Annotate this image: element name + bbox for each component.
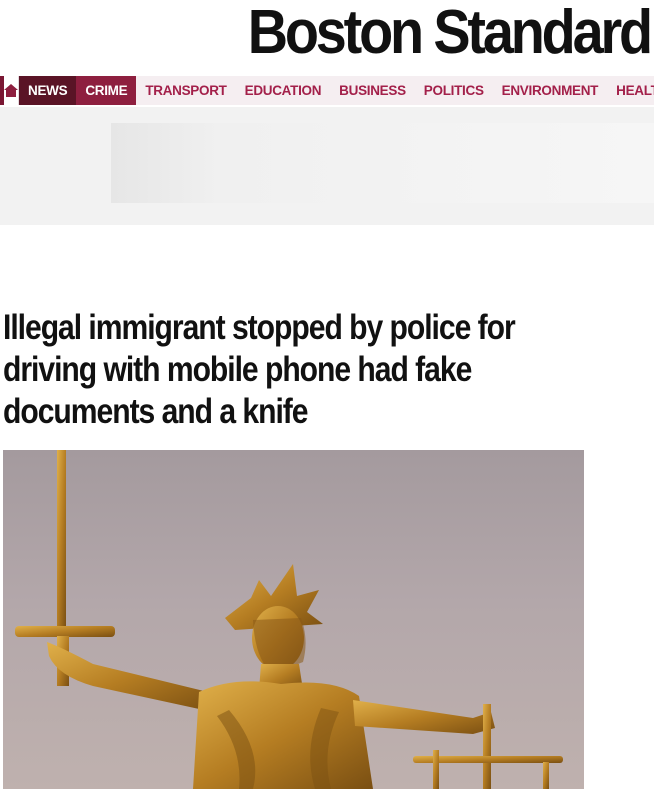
nav-item-health[interactable]: HEALTH [607,76,654,105]
nav-item-transport[interactable]: TRANSPORT [136,76,235,105]
masthead: Boston Standard [0,0,654,72]
nav-item-business[interactable]: BUSINESS [330,76,415,105]
nav-home-button[interactable] [4,76,19,105]
article-headline: Illegal immigrant stopped by police for … [3,308,516,431]
nav-item-politics[interactable]: POLITICS [415,76,493,105]
advert-slot[interactable] [111,123,654,203]
section-nav: NEWS CRIME TRANSPORT EDUCATION BUSINESS … [0,76,654,105]
advert-band [0,107,654,225]
nav-item-education[interactable]: EDUCATION [236,76,331,105]
site-logo[interactable]: Boston Standard [248,0,653,66]
nav-item-news[interactable]: NEWS [19,76,77,105]
nav-item-environment[interactable]: ENVIRONMENT [493,76,607,105]
article-hero-image[interactable] [3,450,584,789]
lady-justice-statue-image [15,450,563,789]
nav-item-crime[interactable]: CRIME [76,76,137,105]
home-icon [4,84,18,97]
